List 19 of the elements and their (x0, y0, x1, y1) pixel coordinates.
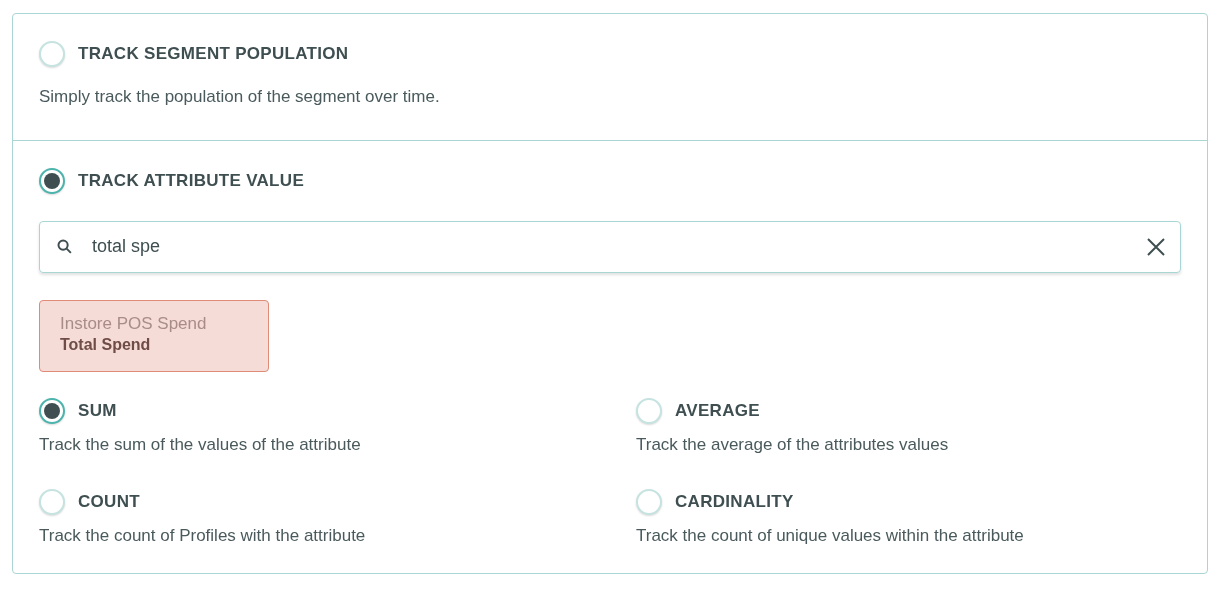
option-description: Track the average of the attributes values (636, 433, 950, 456)
search-field[interactable]: total spe (39, 220, 1181, 273)
option-description: Track the count of Profiles with the attribute (39, 525, 367, 547)
option-label: SUM (78, 399, 117, 422)
radio-button[interactable] (39, 397, 65, 424)
option-label: COUNT (78, 491, 140, 514)
option-description: Simply track the population of the segment over time. (39, 86, 441, 108)
option-description: Track the count of unique values within the attribute (636, 525, 1025, 547)
option-description: Track the sum of the values of the attribute (39, 433, 362, 456)
search-icon (56, 238, 73, 255)
option-label: TRACK SEGMENT POPULATION (78, 43, 349, 66)
close-icon[interactable] (1146, 236, 1166, 257)
option-label: AVERAGE (675, 399, 760, 422)
option-label: TRACK ATTRIBUTE VALUE (78, 169, 305, 192)
option-label: CARDINALITY (675, 491, 794, 514)
radio-button[interactable] (39, 167, 65, 194)
attribute-group: Instore POS Spend (60, 312, 248, 335)
attribute-chip[interactable]: Instore POS Spend Total Spend (39, 299, 269, 372)
attribute-name: Total Spend (60, 334, 152, 355)
